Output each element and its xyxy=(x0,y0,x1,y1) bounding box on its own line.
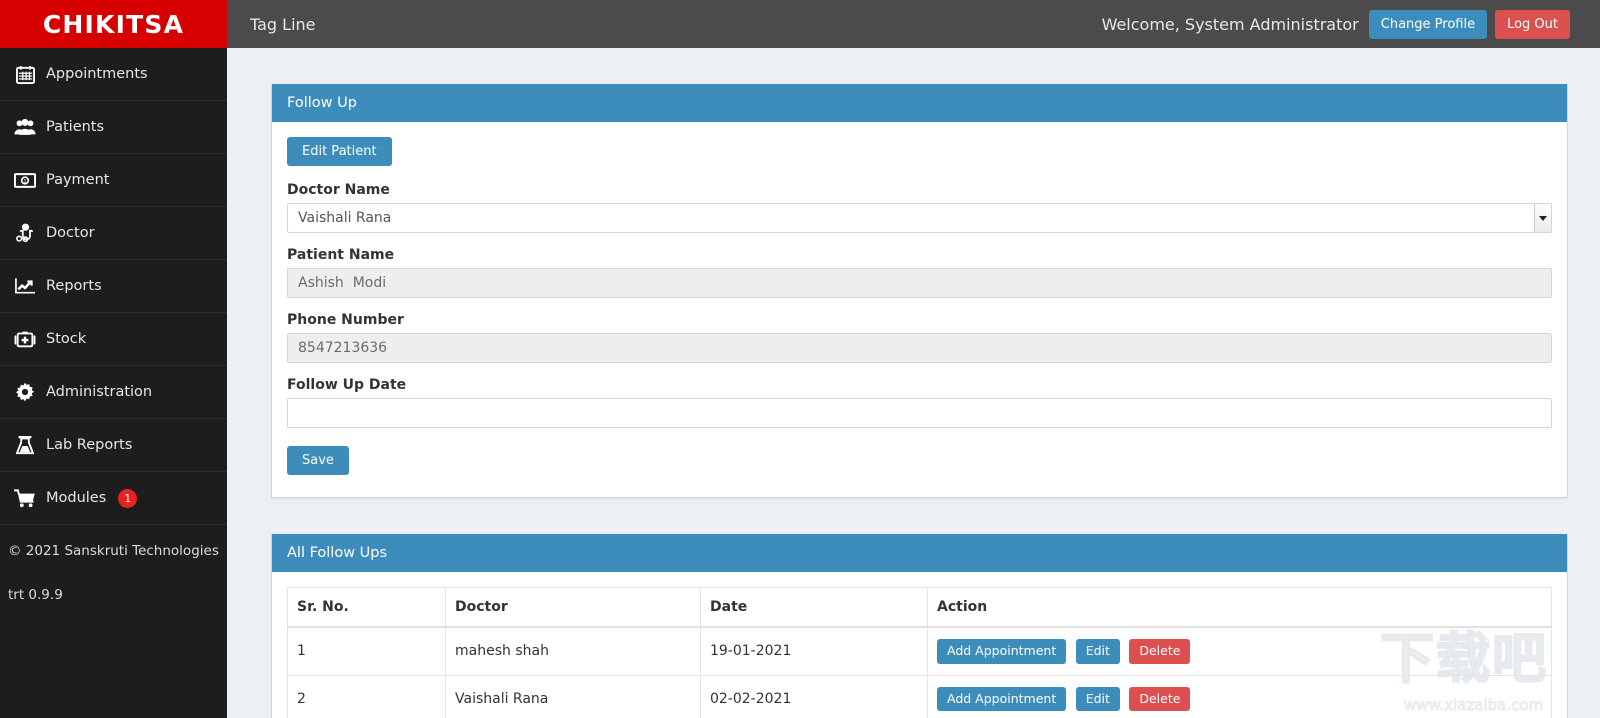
phone-number-input xyxy=(287,333,1552,363)
save-button[interactable]: Save xyxy=(287,446,349,475)
sidebar-item-label: Patients xyxy=(46,119,105,135)
sidebar-item-reports[interactable]: Reports xyxy=(0,260,227,313)
follow-up-date-label: Follow Up Date xyxy=(287,377,407,393)
content-top-gap xyxy=(227,48,1600,84)
doctor-name-label: Doctor Name xyxy=(287,182,390,198)
sidebar-item-label: Doctor xyxy=(46,225,95,241)
app-root: CHIKITSA Appointments Patients 1 Payment xyxy=(0,0,1600,718)
main-content: Follow Up Edit Patient Doctor Name Patie… xyxy=(227,48,1600,718)
all-follow-ups-panel: All Follow Ups Sr. No. Doctor Date Actio… xyxy=(271,534,1568,718)
cell-doctor: mahesh shah xyxy=(445,626,701,676)
brand-logo[interactable]: CHIKITSA xyxy=(0,0,227,48)
all-follow-ups-panel-body: Sr. No. Doctor Date Action 1 mahesh shah… xyxy=(272,572,1567,718)
sidebar-item-payment[interactable]: 1 Payment xyxy=(0,154,227,207)
cell-date: 19-01-2021 xyxy=(700,626,928,676)
column-header-action: Action xyxy=(927,587,1552,628)
cart-icon xyxy=(8,488,42,508)
doctor-icon xyxy=(8,223,42,243)
tagline: Tag Line xyxy=(250,14,316,34)
sidebar-item-label: Modules xyxy=(46,490,107,506)
cell-doctor: Vaishali Rana xyxy=(445,674,701,718)
logout-button[interactable]: Log Out xyxy=(1495,9,1570,39)
users-icon xyxy=(8,118,42,136)
sidebar-item-label: Lab Reports xyxy=(46,437,133,453)
sidebar-item-label: Payment xyxy=(46,172,110,188)
all-follow-ups-panel-title: All Follow Ups xyxy=(272,534,1567,572)
sidebar-nav: Appointments Patients 1 Payment Doctor R… xyxy=(0,48,227,525)
table-body: 1 mahesh shah 19-01-2021 Add Appointment… xyxy=(287,626,1552,718)
copyright-text: © 2021 Sanskruti Technologies xyxy=(8,543,219,559)
follow-up-panel-body: Edit Patient Doctor Name Patient Name Ph… xyxy=(272,122,1567,497)
table-header-row: Sr. No. Doctor Date Action xyxy=(287,587,1552,628)
follow-up-panel: Follow Up Edit Patient Doctor Name Patie… xyxy=(271,84,1568,498)
sidebar-item-label: Stock xyxy=(46,331,87,347)
follow-ups-table: Sr. No. Doctor Date Action 1 mahesh shah… xyxy=(287,587,1552,718)
column-header-date: Date xyxy=(700,587,928,628)
top-header: Tag Line Welcome, System Administrator C… xyxy=(227,0,1600,48)
add-appointment-button[interactable]: Add Appointment xyxy=(937,686,1067,711)
welcome-text: Welcome, System Administrator xyxy=(1101,14,1359,34)
sidebar-item-administration[interactable]: Administration xyxy=(0,366,227,419)
table-row: 2 Vaishali Rana 02-02-2021 Add Appointme… xyxy=(287,674,1552,718)
sidebar-footer: © 2021 Sanskruti Technologies trt 0.9.9 xyxy=(0,525,227,603)
sidebar-item-label: Reports xyxy=(46,278,102,294)
sidebar-item-stock[interactable]: Stock xyxy=(0,313,227,366)
table-head: Sr. No. Doctor Date Action xyxy=(287,587,1552,628)
version-text: trt 0.9.9 xyxy=(8,587,63,603)
edit-button[interactable]: Edit xyxy=(1075,639,1120,664)
doctor-name-select-wrap[interactable] xyxy=(287,203,1552,233)
follow-up-panel-title: Follow Up xyxy=(272,84,1567,122)
sidebar-item-patients[interactable]: Patients xyxy=(0,101,227,154)
brand-name: CHIKITSA xyxy=(42,9,185,39)
sidebar-item-appointments[interactable]: Appointments xyxy=(0,48,227,101)
sidebar-item-lab-reports[interactable]: Lab Reports xyxy=(0,419,227,472)
change-profile-button[interactable]: Change Profile xyxy=(1368,9,1488,39)
doctor-name-select[interactable] xyxy=(287,203,1552,233)
svg-text:1: 1 xyxy=(23,179,27,185)
patient-name-input xyxy=(287,268,1552,298)
cell-sr-no: 1 xyxy=(287,626,446,676)
chevron-down-icon[interactable] xyxy=(1534,204,1551,232)
sidebar-item-modules[interactable]: Modules 1 xyxy=(0,472,227,525)
calendar-icon xyxy=(8,65,42,84)
money-bill-icon: 1 xyxy=(8,172,42,188)
edit-button[interactable]: Edit xyxy=(1075,686,1120,711)
cell-actions: Add Appointment Edit Delete xyxy=(927,626,1552,676)
cell-date: 02-02-2021 xyxy=(700,674,928,718)
delete-button[interactable]: Delete xyxy=(1129,686,1191,711)
flask-icon xyxy=(8,435,42,455)
add-appointment-button[interactable]: Add Appointment xyxy=(937,639,1067,664)
panel-spacer xyxy=(227,498,1600,534)
table-row: 1 mahesh shah 19-01-2021 Add Appointment… xyxy=(287,626,1552,676)
follow-up-date-input[interactable] xyxy=(287,398,1552,428)
header-right-group: Welcome, System Administrator Change Pro… xyxy=(1101,9,1600,39)
sidebar-item-label: Administration xyxy=(46,384,153,400)
column-header-doctor: Doctor xyxy=(445,587,701,628)
column-header-sr-no: Sr. No. xyxy=(287,587,446,628)
sidebar-item-doctor[interactable]: Doctor xyxy=(0,207,227,260)
phone-number-label: Phone Number xyxy=(287,312,404,328)
chart-line-icon xyxy=(8,277,42,295)
sidebar-item-label: Appointments xyxy=(46,66,148,82)
gear-icon xyxy=(8,382,42,402)
modules-badge: 1 xyxy=(118,488,138,508)
cell-actions: Add Appointment Edit Delete xyxy=(927,674,1552,718)
edit-patient-button[interactable]: Edit Patient xyxy=(287,137,392,166)
patient-name-label: Patient Name xyxy=(287,247,395,263)
cell-sr-no: 2 xyxy=(287,674,446,718)
medical-briefcase-icon xyxy=(8,330,42,348)
sidebar: CHIKITSA Appointments Patients 1 Payment xyxy=(0,0,227,718)
delete-button[interactable]: Delete xyxy=(1129,639,1191,664)
